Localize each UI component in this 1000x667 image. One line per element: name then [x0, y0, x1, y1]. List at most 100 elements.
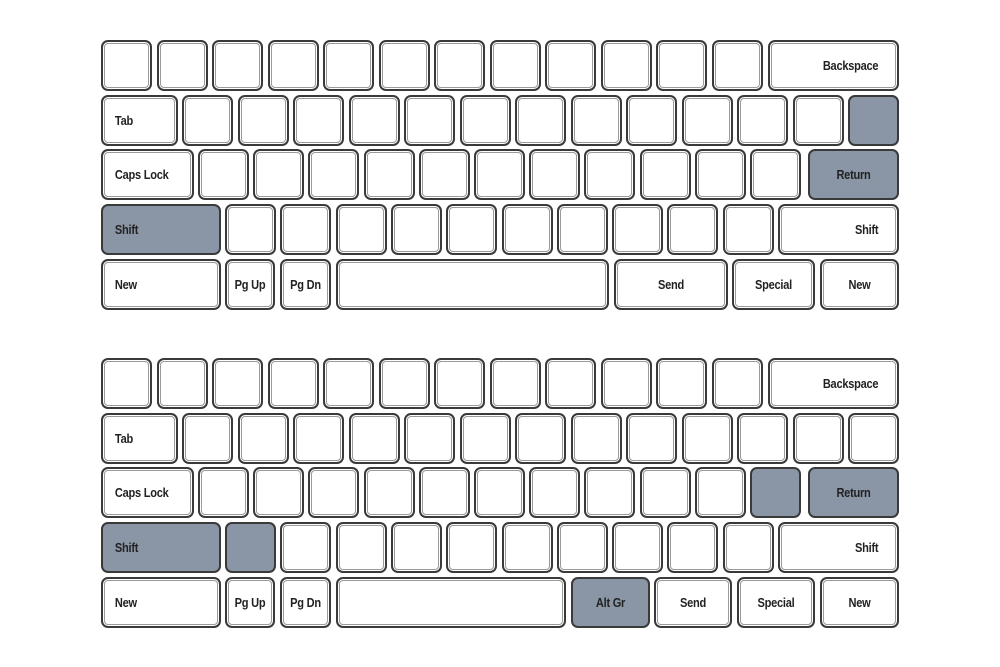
key-blank[interactable] [212, 40, 263, 91]
key-blank[interactable] [293, 95, 344, 146]
key-blank[interactable] [474, 467, 525, 518]
key-blank[interactable] [656, 358, 707, 409]
key-shift[interactable]: Shift [778, 522, 899, 573]
key-blank[interactable] [570, 413, 622, 464]
key-blank[interactable] [390, 204, 442, 255]
key-blank[interactable] [792, 413, 844, 464]
key-blank[interactable] [335, 522, 387, 573]
key-new[interactable]: New [820, 577, 899, 628]
key-blank[interactable] [378, 40, 430, 91]
key-blank[interactable] [667, 522, 719, 573]
key-blank[interactable] [556, 204, 608, 255]
key-blank[interactable] [378, 358, 430, 409]
key-backspace[interactable]: Backspace [768, 40, 899, 91]
key-caps-lock[interactable]: Caps Lock [101, 467, 194, 518]
key-backspace[interactable]: Backspace [768, 358, 899, 409]
key-blank[interactable] [667, 204, 719, 255]
key-blank[interactable] [612, 204, 664, 255]
key-blank[interactable] [584, 149, 636, 200]
key-blank[interactable] [323, 358, 374, 409]
key-blank[interactable] [434, 358, 485, 409]
key-blank-highlighted[interactable] [750, 467, 801, 518]
key-blank[interactable] [182, 413, 233, 464]
key-blank[interactable] [639, 149, 691, 200]
key-blank-highlighted[interactable] [848, 95, 899, 146]
key-blank[interactable] [418, 467, 470, 518]
key-blank[interactable] [515, 413, 566, 464]
key-return-highlighted[interactable]: Return [808, 467, 899, 518]
key-tab[interactable]: Tab [101, 413, 178, 464]
key-caps-lock[interactable]: Caps Lock [101, 149, 194, 200]
key-blank[interactable] [474, 149, 525, 200]
key-blank[interactable] [156, 358, 208, 409]
key-blank[interactable] [626, 95, 677, 146]
key-blank[interactable] [335, 204, 387, 255]
key-blank[interactable] [212, 358, 263, 409]
key-space[interactable] [336, 259, 609, 310]
key-blank[interactable] [404, 413, 455, 464]
key-blank[interactable] [626, 413, 677, 464]
key-blank[interactable] [600, 358, 652, 409]
key-return-highlighted[interactable]: Return [808, 149, 899, 200]
key-blank[interactable] [404, 95, 455, 146]
key-blank[interactable] [182, 95, 233, 146]
key-send[interactable]: Send [654, 577, 732, 628]
key-blank[interactable] [198, 149, 249, 200]
key-shift-highlighted[interactable]: Shift [101, 204, 221, 255]
key-send[interactable]: Send [614, 259, 728, 310]
key-blank[interactable] [363, 149, 415, 200]
key-blank-highlighted[interactable] [225, 522, 276, 573]
key-pg-dn[interactable]: Pg Dn [280, 577, 331, 628]
key-blank[interactable] [156, 40, 208, 91]
key-blank[interactable] [323, 40, 374, 91]
key-space[interactable] [336, 577, 566, 628]
key-blank[interactable] [225, 204, 276, 255]
key-blank[interactable] [348, 95, 400, 146]
key-blank[interactable] [584, 467, 636, 518]
key-blank[interactable] [737, 95, 788, 146]
key-blank[interactable] [545, 358, 596, 409]
key-blank[interactable] [280, 522, 332, 573]
key-blank[interactable] [529, 467, 581, 518]
key-blank[interactable] [515, 95, 566, 146]
key-blank[interactable] [101, 40, 152, 91]
key-blank[interactable] [694, 467, 746, 518]
key-blank[interactable] [293, 413, 344, 464]
key-blank[interactable] [529, 149, 581, 200]
key-blank[interactable] [348, 413, 400, 464]
key-blank[interactable] [446, 204, 498, 255]
key-special[interactable]: Special [737, 577, 815, 628]
key-blank[interactable] [681, 413, 733, 464]
key-blank[interactable] [253, 467, 305, 518]
key-tab[interactable]: Tab [101, 95, 178, 146]
key-blank[interactable] [600, 40, 652, 91]
key-blank[interactable] [489, 40, 541, 91]
key-blank[interactable] [681, 95, 733, 146]
key-new[interactable]: New [101, 577, 221, 628]
key-blank[interactable] [737, 413, 788, 464]
key-blank[interactable] [267, 358, 319, 409]
key-blank[interactable] [612, 522, 664, 573]
key-pg-up[interactable]: Pg Up [225, 259, 275, 310]
key-blank[interactable] [750, 149, 801, 200]
key-new[interactable]: New [820, 259, 899, 310]
key-blank[interactable] [711, 358, 763, 409]
key-special[interactable]: Special [732, 259, 815, 310]
key-blank[interactable] [711, 40, 763, 91]
key-blank[interactable] [501, 204, 553, 255]
key-blank[interactable] [570, 95, 622, 146]
key-blank[interactable] [390, 522, 442, 573]
key-blank[interactable] [308, 149, 360, 200]
key-blank[interactable] [694, 149, 746, 200]
key-blank[interactable] [545, 40, 596, 91]
key-blank[interactable] [639, 467, 691, 518]
key-new[interactable]: New [101, 259, 221, 310]
key-pg-up[interactable]: Pg Up [225, 577, 275, 628]
key-blank[interactable] [198, 467, 249, 518]
key-blank[interactable] [792, 95, 844, 146]
key-blank[interactable] [418, 149, 470, 200]
key-blank[interactable] [556, 522, 608, 573]
key-blank[interactable] [848, 413, 899, 464]
key-blank[interactable] [237, 95, 289, 146]
key-blank[interactable] [656, 40, 707, 91]
